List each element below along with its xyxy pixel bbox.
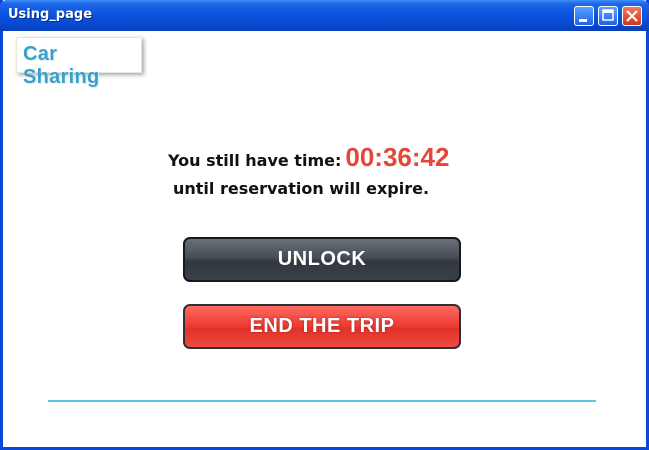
close-icon	[626, 10, 638, 22]
logo-text: Car Sharing	[23, 43, 100, 88]
maximize-button[interactable]	[598, 6, 618, 26]
app-window: Using_page Car Sharing You still have ti…	[0, 0, 649, 450]
countdown-timer: 00:36:42	[345, 142, 450, 172]
minimize-button[interactable]	[574, 6, 594, 26]
close-button[interactable]	[622, 6, 642, 26]
end-trip-button[interactable]: END THE TRIP	[183, 304, 461, 349]
title-bar[interactable]: Using_page	[0, 0, 649, 31]
minimize-icon	[579, 19, 587, 22]
time-remaining-line: You still have time: 00:36:42	[168, 142, 449, 173]
divider	[48, 400, 596, 402]
maximize-icon	[602, 9, 614, 21]
window-title: Using_page	[8, 7, 93, 22]
expiry-message: until reservation will expire.	[173, 179, 430, 198]
unlock-button[interactable]: UNLOCK	[183, 237, 461, 282]
car-sharing-logo: Car Sharing	[16, 37, 142, 88]
time-remaining-label: You still have time:	[168, 151, 342, 170]
